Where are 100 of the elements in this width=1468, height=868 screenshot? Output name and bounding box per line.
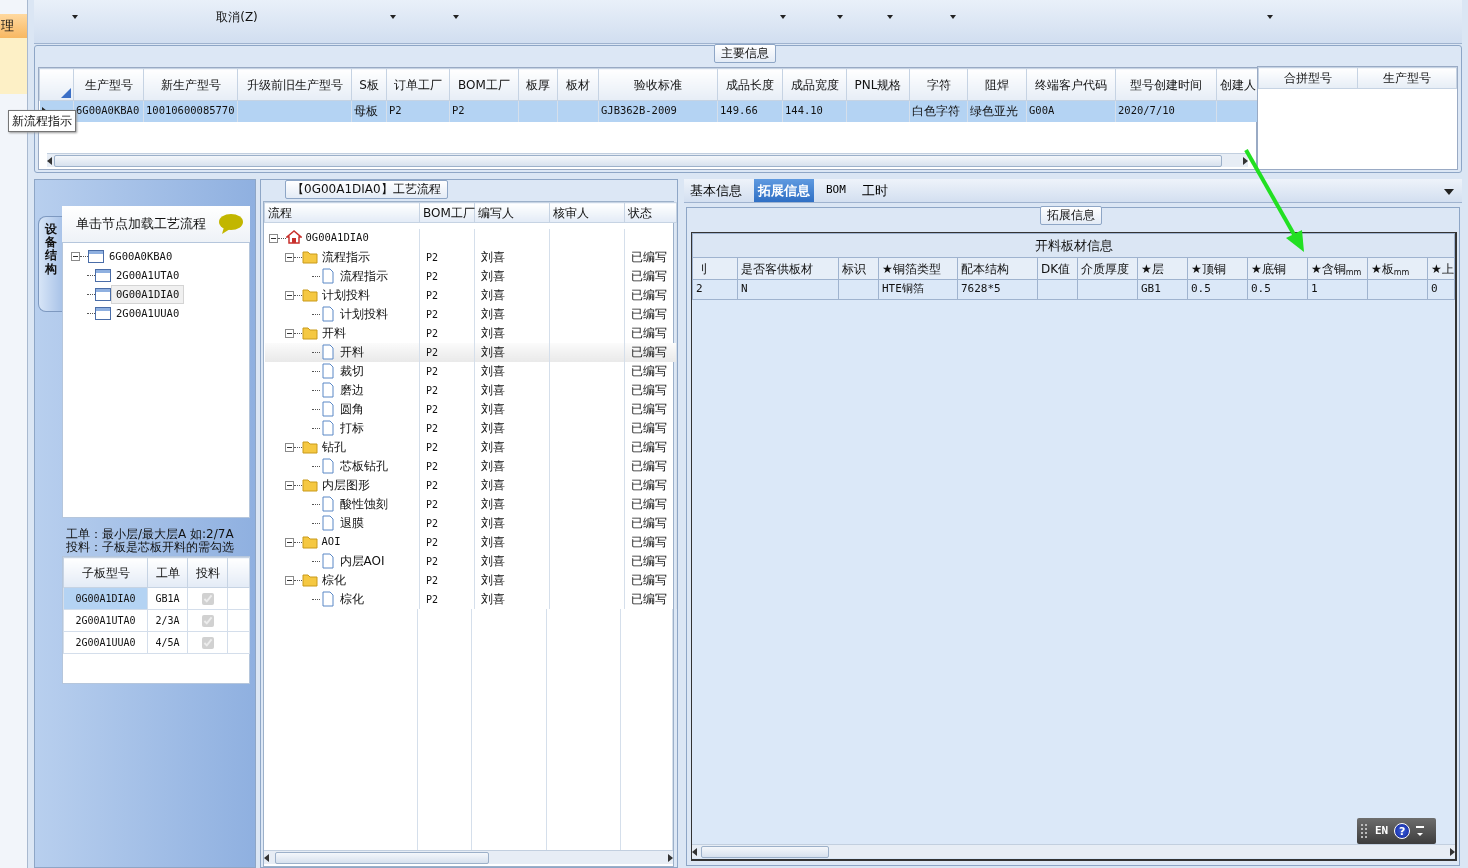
tree-row[interactable]: 内层图形 P2 刘喜 已编写 bbox=[264, 475, 677, 495]
tree-node[interactable]: 2G00A1UUA0 bbox=[111, 303, 185, 324]
collapse-icon[interactable] bbox=[71, 252, 80, 261]
column-header[interactable]: 终端客户代码 bbox=[1026, 68, 1116, 101]
tree-node[interactable]: 2G00A1UTA0 bbox=[111, 265, 185, 286]
column-header[interactable]: 字符 bbox=[909, 68, 968, 101]
column-header[interactable]: 合拼型号 bbox=[1258, 67, 1358, 89]
column-header[interactable]: 状态 bbox=[624, 202, 677, 223]
tree-row[interactable]: 酸性蚀刻 P2 刘喜 已编写 bbox=[264, 494, 677, 514]
sidebar-item[interactable]: 理 bbox=[0, 14, 27, 38]
column-header[interactable]: 成品长度 bbox=[717, 68, 783, 101]
collapse-icon[interactable] bbox=[268, 233, 278, 243]
caret-icon[interactable] bbox=[837, 15, 843, 19]
collapse-icon[interactable] bbox=[284, 575, 294, 585]
help-button[interactable]: ? bbox=[1394, 823, 1411, 839]
tree-row[interactable]: 开料 P2 刘喜 已编写 bbox=[264, 342, 677, 362]
tab[interactable]: 拓展信息 bbox=[754, 179, 814, 202]
collapse-icon[interactable] bbox=[284, 442, 294, 452]
tree-row[interactable]: 磨边 P2 刘喜 已编写 bbox=[264, 380, 677, 400]
dropdown-caret-icon[interactable] bbox=[1444, 189, 1454, 195]
column-header[interactable]: BOM工厂 bbox=[449, 68, 519, 101]
caret-icon[interactable] bbox=[1267, 15, 1273, 19]
column-header[interactable]: 创建人 bbox=[1216, 68, 1259, 101]
column-header[interactable]: 成品宽度 bbox=[782, 68, 847, 101]
tab[interactable]: 基本信息 bbox=[686, 179, 746, 202]
tree-row[interactable]: 打标 P2 刘喜 已编写 bbox=[264, 418, 677, 438]
tree-row[interactable]: 圆角 P2 刘喜 已编写 bbox=[264, 399, 677, 419]
column-header[interactable]: 子板型号 bbox=[63, 557, 148, 588]
column-header[interactable]: 投料 bbox=[187, 557, 228, 588]
horizontal-scrollbar[interactable] bbox=[47, 153, 1248, 167]
tree-row[interactable]: 钻孔 P2 刘喜 已编写 bbox=[264, 437, 677, 457]
tree-row[interactable]: 开料 P2 刘喜 已编写 bbox=[264, 323, 677, 343]
tree-row[interactable]: 流程指示 P2 刘喜 已编写 bbox=[264, 247, 677, 267]
tree-row[interactable]: 棕化 P2 刘喜 已编写 bbox=[264, 589, 677, 609]
toolbar-button[interactable]: 取消(Z) bbox=[216, 10, 258, 25]
tree-row[interactable]: 退膜 P2 刘喜 已编写 bbox=[264, 513, 677, 533]
column-header[interactable]: S板 bbox=[351, 68, 387, 101]
column-header[interactable]: 生产型号 bbox=[73, 68, 144, 101]
caret-icon[interactable] bbox=[72, 15, 78, 19]
column-header[interactable]: 板材 bbox=[557, 68, 599, 101]
column-header[interactable]: 工单 bbox=[147, 557, 188, 588]
column-header[interactable]: 生产型号 bbox=[1357, 67, 1457, 89]
tree-row[interactable]: 内层AOI P2 刘喜 已编写 bbox=[264, 551, 677, 571]
tree-row[interactable]: AOI P2 刘喜 已编写 bbox=[264, 532, 677, 552]
table-cell: 刘喜 bbox=[481, 288, 505, 302]
column-header[interactable]: 型号创建时间 bbox=[1115, 68, 1217, 101]
caret-icon[interactable] bbox=[453, 15, 459, 19]
column-header[interactable]: 验收标准 bbox=[598, 68, 718, 101]
document-icon bbox=[319, 420, 336, 436]
column-header[interactable]: BOM工厂 bbox=[419, 202, 475, 223]
table-cell: 已编写 bbox=[631, 402, 667, 416]
column-header[interactable]: 订单工厂 bbox=[386, 68, 450, 101]
table-cell: 已编写 bbox=[631, 364, 667, 378]
table-cell: 刘喜 bbox=[481, 478, 505, 492]
folder-icon bbox=[301, 534, 318, 550]
column-header[interactable]: 核审人 bbox=[549, 202, 625, 223]
tree-row[interactable]: 芯板钻孔 P2 刘喜 已编写 bbox=[264, 456, 677, 476]
collapse-icon[interactable] bbox=[284, 252, 294, 262]
table-cell: N bbox=[741, 282, 748, 296]
language-label[interactable]: EN bbox=[1375, 822, 1389, 840]
column-header[interactable]: 流程 bbox=[264, 202, 420, 223]
collapse-icon[interactable] bbox=[284, 290, 294, 300]
column-header[interactable]: PNL规格 bbox=[846, 68, 910, 101]
tree-row[interactable]: 计划投料 P2 刘喜 已编写 bbox=[264, 285, 677, 305]
column-header[interactable]: 阻焊 bbox=[967, 68, 1027, 101]
caret-icon[interactable] bbox=[390, 15, 396, 19]
table-cell: 已编写 bbox=[631, 478, 667, 492]
group-title: 拓展信息 bbox=[1040, 206, 1102, 225]
horizontal-scrollbar[interactable] bbox=[264, 850, 673, 864]
column-header[interactable]: 编写人 bbox=[474, 202, 550, 223]
table-cell: 刘喜 bbox=[481, 345, 505, 359]
tree-node[interactable]: 6G00A0KBA0 bbox=[104, 246, 178, 267]
column-header[interactable]: 板厚 bbox=[518, 68, 558, 101]
language-bar[interactable]: EN ? bbox=[1357, 818, 1436, 844]
caret-icon[interactable] bbox=[780, 15, 786, 19]
horizontal-scrollbar[interactable] bbox=[692, 844, 1456, 858]
minimize-icon[interactable] bbox=[1416, 825, 1425, 837]
tree-row[interactable]: 流程指示 P2 刘喜 已编写 bbox=[264, 266, 677, 286]
tree-row[interactable]: 棕化 P2 刘喜 已编写 bbox=[264, 570, 677, 590]
column-header[interactable]: 升级前旧生产型号 bbox=[237, 68, 352, 101]
tab[interactable]: BOM bbox=[822, 179, 850, 202]
column-header[interactable]: 新生产型号 bbox=[143, 68, 238, 101]
table-cell: P2 bbox=[426, 308, 439, 320]
caret-icon[interactable] bbox=[887, 15, 893, 19]
collapse-icon[interactable] bbox=[284, 480, 294, 490]
column-header[interactable]: 刂 bbox=[692, 257, 738, 280]
collapse-icon[interactable] bbox=[284, 328, 294, 338]
tree-node-label: 裁切 bbox=[338, 363, 364, 380]
tree-row[interactable]: 0G00A1DIA0 bbox=[264, 228, 677, 248]
table-cell: 6G00A0KBA0 bbox=[76, 104, 140, 117]
tree-row[interactable]: 计划投料 P2 刘喜 已编写 bbox=[264, 304, 677, 324]
collapse-icon[interactable] bbox=[284, 537, 294, 547]
table-cell: P2 bbox=[426, 498, 439, 510]
tab[interactable]: 工时 bbox=[857, 179, 892, 202]
tree-node[interactable]: 0G00A1DIA0 bbox=[111, 284, 185, 305]
vertical-tab[interactable]: 设备结构 bbox=[38, 216, 62, 312]
table-cell: P2 bbox=[426, 289, 439, 301]
document-icon bbox=[319, 401, 336, 417]
caret-icon[interactable] bbox=[950, 15, 956, 19]
tree-row[interactable]: 裁切 P2 刘喜 已编写 bbox=[264, 361, 677, 381]
